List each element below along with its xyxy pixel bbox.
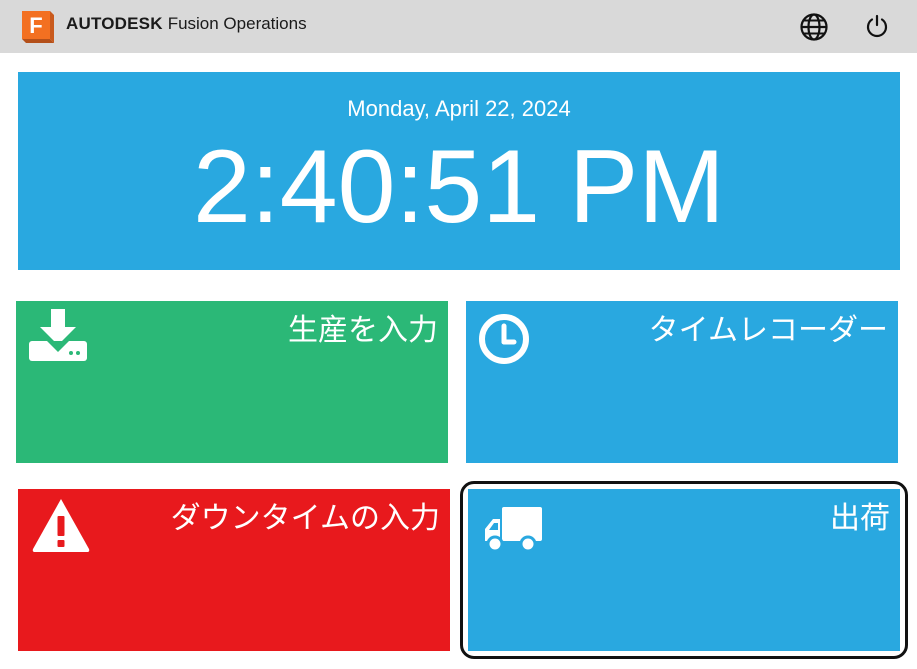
fusion-logo-icon: F: [22, 11, 54, 43]
tile-label: 出荷: [830, 501, 890, 536]
brand-name: AUTODESK: [66, 14, 163, 33]
current-date: Monday, April 22, 2024: [347, 96, 571, 121]
tile-label: タイムレコーダー: [648, 313, 888, 348]
top-bar: F AUTODESK Fusion Operations: [0, 0, 917, 53]
download-to-drive-icon: [29, 309, 87, 361]
app-title: AUTODESK Fusion Operations: [66, 13, 307, 35]
current-time: 2:40:51 PM: [193, 129, 725, 245]
globe-icon[interactable]: [799, 12, 829, 42]
tile-enter-downtime[interactable]: ダウンタイムの入力: [18, 489, 450, 651]
power-icon[interactable]: [862, 11, 892, 41]
tile-label: ダウンタイムの入力: [170, 501, 440, 536]
tile-time-recorder[interactable]: タイムレコーダー: [466, 301, 898, 463]
tile-label: 生産を入力: [288, 313, 438, 348]
clock-panel: Monday, April 22, 2024 2:40:51 PM: [18, 72, 900, 270]
logo-letter: F: [29, 13, 42, 38]
clock-icon: [479, 314, 529, 364]
tile-shipping[interactable]: 出荷: [468, 489, 900, 651]
warning-icon: [32, 499, 90, 552]
tile-enter-production[interactable]: 生産を入力: [16, 301, 448, 463]
product-name: Fusion Operations: [167, 14, 307, 33]
truck-icon: [485, 507, 542, 553]
